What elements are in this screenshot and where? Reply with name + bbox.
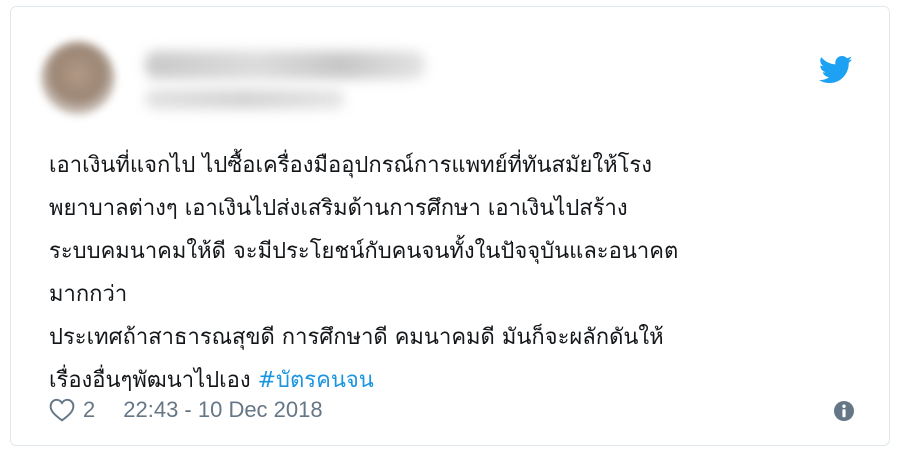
author-name-redacted [145, 51, 425, 79]
heart-icon[interactable] [49, 398, 75, 422]
tweet-line-text: เรื่องอื่นๆพัฒนาไปเอง [49, 368, 258, 393]
tweet-text: เอาเงินที่แจกไป ไปซื้อเครื่องมืออุปกรณ์ก… [49, 144, 869, 402]
tweet-line: เอาเงินที่แจกไป ไปซื้อเครื่องมืออุปกรณ์ก… [49, 153, 652, 178]
info-icon[interactable] [833, 400, 855, 422]
avatar[interactable] [41, 41, 115, 115]
hashtag-link[interactable]: #บัตรคนจน [258, 368, 374, 393]
tweet-line: พยาบาลต่างๆ เอาเงินไปส่งเสริมด้านการศึกษ… [49, 196, 628, 221]
tweet-card: เอาเงินที่แจกไป ไปซื้อเครื่องมืออุปกรณ์ก… [10, 6, 890, 446]
tweet-line: ประเทศถ้าสาธารณสุขดี การศึกษาดี คมนาคมดี… [49, 325, 664, 350]
tweet-line: มากกว่า [49, 282, 128, 307]
tweet-line: ระบบคมนาคมให้ดี จะมีประโยชน์กับคนจนทั้งใ… [49, 239, 679, 264]
twitter-bird-icon[interactable] [819, 55, 853, 85]
tweet-meta: 2 22:43 - 10 Dec 2018 [49, 395, 323, 425]
like-count[interactable]: 2 [83, 397, 95, 423]
tweet-timestamp[interactable]: 22:43 - 10 Dec 2018 [123, 397, 322, 423]
author-handle-redacted [145, 89, 345, 109]
